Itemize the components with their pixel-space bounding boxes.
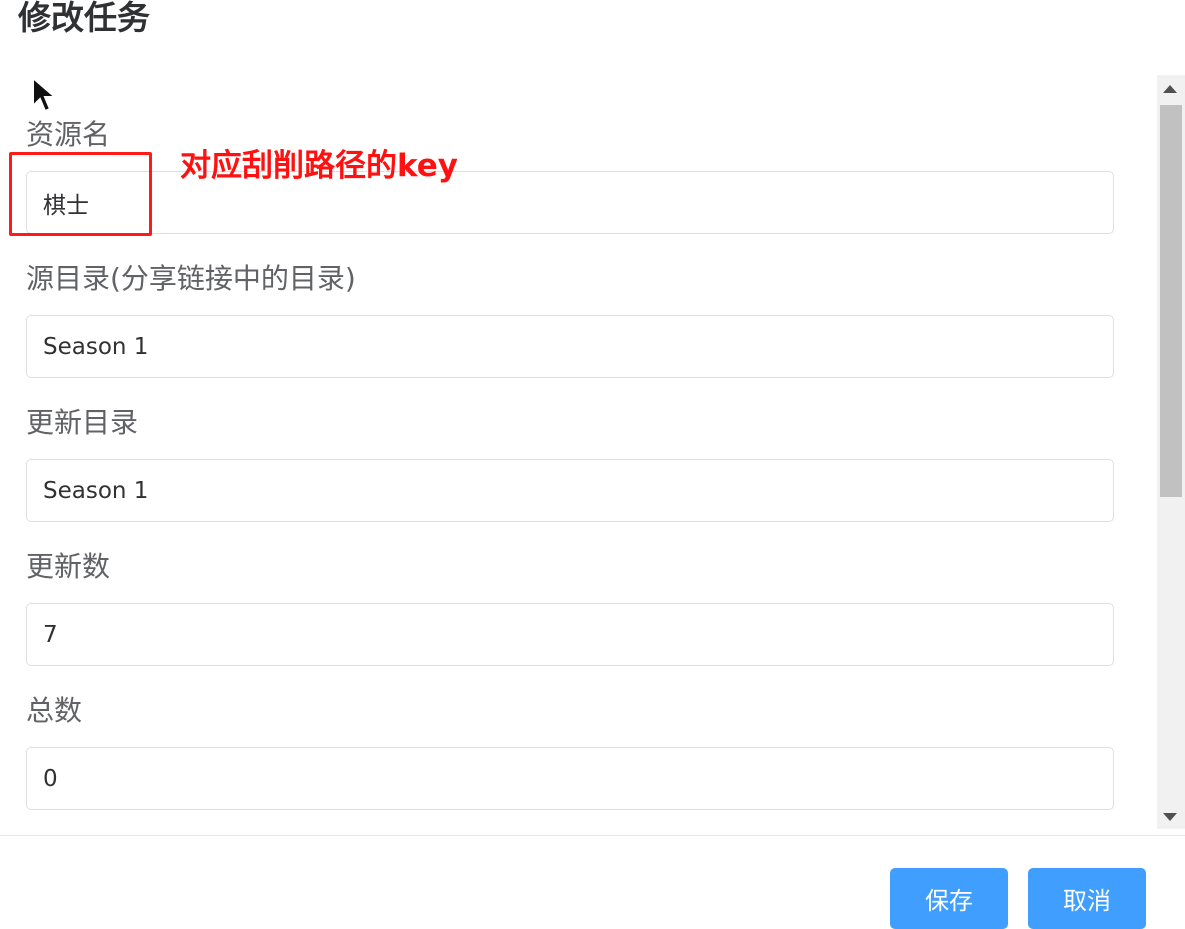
update-count-input[interactable] [26, 603, 1114, 666]
total-count-input[interactable] [26, 747, 1114, 810]
annotation-highlight-box [9, 152, 152, 236]
annotation-note: 对应刮削路径的key [180, 148, 459, 184]
total-count-label: 总数 [26, 694, 83, 727]
vertical-scrollbar[interactable] [1157, 75, 1185, 829]
scroll-up-arrow-icon[interactable] [1163, 85, 1177, 93]
update-dir-input[interactable] [26, 459, 1114, 522]
update-count-label: 更新数 [26, 550, 111, 583]
source-dir-input[interactable] [26, 315, 1114, 378]
scroll-down-arrow-icon[interactable] [1163, 813, 1177, 821]
update-dir-label: 更新目录 [26, 406, 139, 439]
dialog-body: 资源名 源目录(分享链接中的目录) 更新目录 更新数 总数 [0, 75, 1185, 829]
mouse-cursor-icon [32, 76, 58, 113]
save-button[interactable]: 保存 [890, 868, 1008, 929]
resource-name-label: 资源名 [26, 118, 111, 151]
source-dir-label: 源目录(分享链接中的目录) [26, 262, 356, 295]
scroll-thumb[interactable] [1160, 105, 1182, 497]
edit-task-dialog: 修改任务 资源名 源目录(分享链接中的目录) 更新目录 更新数 总数 [0, 0, 1185, 929]
cancel-button[interactable]: 取消 [1028, 868, 1146, 929]
footer-divider [0, 835, 1185, 836]
dialog-title: 修改任务 [18, 0, 150, 37]
